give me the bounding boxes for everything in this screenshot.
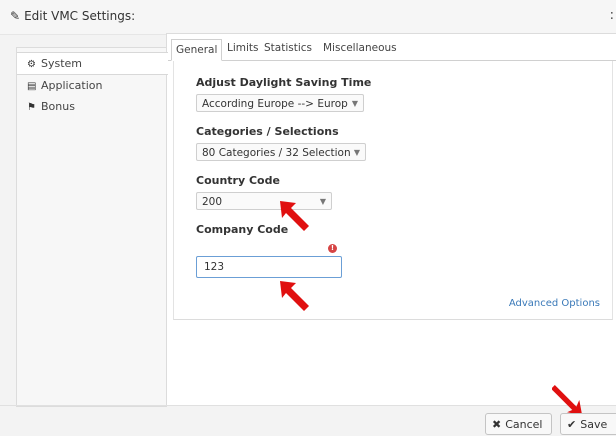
sidebar-item-system[interactable]: ⚙ System (17, 52, 168, 75)
company-code-input[interactable]: 123 (196, 256, 342, 278)
gift-icon: ⚑ (27, 102, 36, 113)
general-tab-content: Adjust Daylight Saving Time According Eu… (173, 61, 613, 320)
arrow-annotation-icon (280, 281, 309, 311)
gear-icon: ⚙ (27, 59, 36, 70)
arrow-annotation-icon (280, 201, 309, 231)
sidebar-item-label: Bonus (41, 100, 75, 113)
pencil-icon: ✎ (10, 9, 21, 23)
sidebar-item-application[interactable]: ▤ Application (17, 75, 167, 96)
save-button[interactable]: ✔ Save (560, 413, 616, 435)
categories-select[interactable]: 80 Categories / 32 Selection ▼ (196, 143, 366, 161)
cancel-button[interactable]: ✖ Cancel (485, 413, 552, 435)
sidebar-item-bonus[interactable]: ⚑ Bonus (17, 96, 167, 117)
tab-miscellaneous[interactable]: Miscellaneous (323, 42, 397, 54)
document-icon: ▤ (27, 81, 37, 92)
sidebar-item-label: Application (41, 79, 103, 92)
close-icon: ✖ (492, 418, 502, 431)
tab-bar: General Limits Statistics Miscellaneous (167, 39, 616, 61)
company-code-label: Company Code (196, 223, 289, 236)
dst-label: Adjust Daylight Saving Time (196, 76, 372, 89)
sidebar-item-label: System (41, 57, 83, 70)
chevron-down-icon: ▼ (319, 197, 326, 206)
checkmark-icon: ✔ (567, 418, 577, 431)
footer-divider (0, 405, 616, 406)
chevron-down-icon: ▼ (351, 99, 358, 108)
dialog-header: ✎ Edit VMC Settings: : (0, 0, 616, 35)
tab-general[interactable]: General (171, 39, 223, 61)
sidebar: ⚙ System ▤ Application ⚑ Bonus (16, 47, 168, 407)
country-code-label: Country Code (196, 174, 280, 187)
warning-icon: ! (328, 244, 337, 253)
categories-label: Categories / Selections (196, 125, 339, 138)
dst-select[interactable]: According Europe --> Europ ▼ (196, 94, 364, 112)
chevron-down-icon: ▼ (353, 148, 360, 157)
main-panel: General Limits Statistics Miscellaneous … (166, 33, 616, 406)
tab-limits[interactable]: Limits (227, 42, 259, 54)
close-icon[interactable]: : (610, 8, 614, 23)
dialog-title: ✎ Edit VMC Settings: (10, 9, 136, 23)
tab-statistics[interactable]: Statistics (264, 42, 312, 54)
advanced-options-link[interactable]: Advanced Options (509, 298, 600, 309)
